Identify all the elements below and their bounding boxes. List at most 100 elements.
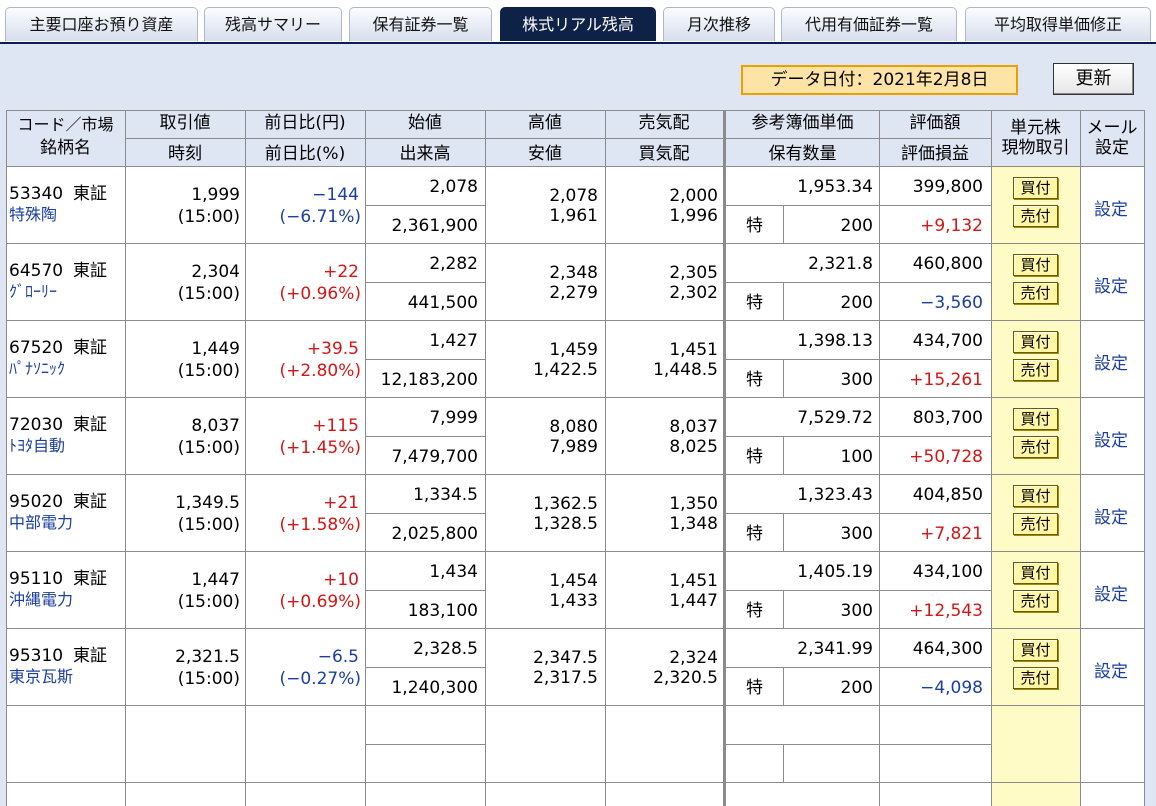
row-divider bbox=[6, 705, 1144, 706]
mail-setting-link[interactable]: 設定 bbox=[1094, 503, 1128, 528]
mail-setting-link[interactable]: 設定 bbox=[1094, 580, 1128, 605]
high-price: 2,078 bbox=[549, 186, 598, 206]
account-type: 特 bbox=[746, 370, 763, 390]
row-divider bbox=[6, 397, 1144, 398]
trade-time: (15:00) bbox=[177, 207, 240, 227]
change-pct: (−6.71%) bbox=[279, 207, 361, 227]
mail-setting-link[interactable]: 設定 bbox=[1094, 195, 1128, 220]
bid-price: 8,025 bbox=[669, 437, 718, 457]
trade-price: 1,999 bbox=[191, 185, 240, 205]
mail-setting-link[interactable]: 設定 bbox=[1094, 272, 1128, 297]
row-divider bbox=[6, 551, 1144, 552]
header-unit-trade-1: 単元株 bbox=[1010, 118, 1061, 138]
account-type: 特 bbox=[746, 678, 763, 698]
buy-button[interactable]: 買付 bbox=[1013, 331, 1058, 353]
valuation-pl: +15,261 bbox=[909, 370, 983, 390]
valuation: 460,800 bbox=[912, 254, 983, 274]
holding-qty: 200 bbox=[840, 678, 873, 698]
sell-button[interactable]: 売付 bbox=[1013, 590, 1058, 612]
valuation-pl: −3,560 bbox=[920, 293, 983, 313]
row-divider bbox=[6, 628, 1144, 629]
high-price: 1,459 bbox=[549, 340, 598, 360]
stock-code: 53340 bbox=[9, 184, 64, 204]
volume: 183,100 bbox=[407, 601, 478, 621]
open-price: 1,334.5 bbox=[413, 485, 478, 505]
header-low: 安値 bbox=[528, 144, 562, 164]
valuation: 404,850 bbox=[912, 485, 983, 505]
change-pct: (+1.58%) bbox=[279, 515, 361, 535]
low-price: 7,989 bbox=[549, 437, 598, 457]
row-divider bbox=[6, 243, 1144, 244]
sell-button[interactable]: 売付 bbox=[1013, 436, 1058, 458]
trade-price: 1,449 bbox=[191, 339, 240, 359]
change-pct: (+0.96%) bbox=[279, 284, 361, 304]
header-change-yen: 前日比(円) bbox=[264, 113, 346, 133]
header-volume: 出来高 bbox=[399, 144, 451, 164]
stock-name-link[interactable]: 沖縄電力 bbox=[9, 590, 73, 610]
sell-button[interactable]: 売付 bbox=[1013, 205, 1058, 227]
row-mid-divider bbox=[725, 590, 991, 591]
stock-name-link[interactable]: ﾄﾖﾀ自動 bbox=[9, 436, 65, 456]
mail-setting-link[interactable]: 設定 bbox=[1094, 349, 1128, 374]
stock-name-link[interactable]: ﾊﾟﾅｿﾆｯｸ bbox=[9, 359, 65, 379]
sell-button[interactable]: 売付 bbox=[1013, 282, 1058, 304]
valuation-pl: +12,543 bbox=[909, 601, 983, 621]
holding-qty: 200 bbox=[840, 293, 873, 313]
buy-button[interactable]: 買付 bbox=[1013, 408, 1058, 430]
buy-button[interactable]: 買付 bbox=[1013, 177, 1058, 199]
market: 東証 bbox=[73, 184, 107, 204]
header-trade-price: 取引値 bbox=[159, 113, 211, 133]
row-mid-divider bbox=[365, 667, 485, 668]
change-pct: (+1.45%) bbox=[279, 438, 361, 458]
row-divider bbox=[6, 320, 1144, 321]
stock-name-link[interactable]: ｸﾞﾛｰﾘｰ bbox=[9, 282, 57, 302]
stock-name-link[interactable]: 東京瓦斯 bbox=[9, 667, 73, 687]
buy-button[interactable]: 買付 bbox=[1013, 562, 1058, 584]
stock-name-link[interactable]: 中部電力 bbox=[9, 513, 73, 533]
buy-button[interactable]: 買付 bbox=[1013, 485, 1058, 507]
header-time: 時刻 bbox=[168, 144, 202, 164]
holding-qty: 300 bbox=[840, 601, 873, 621]
account-type: 特 bbox=[746, 524, 763, 544]
column-divider bbox=[991, 110, 992, 806]
column-divider bbox=[6, 110, 7, 806]
stock-name-link[interactable]: 特殊陶 bbox=[9, 205, 57, 225]
bid-price: 2,302 bbox=[669, 283, 718, 303]
header-valuation: 評価額 bbox=[909, 113, 961, 133]
mail-setting-link[interactable]: 設定 bbox=[1094, 657, 1128, 682]
market: 東証 bbox=[73, 338, 107, 358]
row-mid-divider bbox=[365, 205, 485, 206]
header-divider bbox=[125, 138, 991, 139]
market: 東証 bbox=[73, 492, 107, 512]
buy-button[interactable]: 買付 bbox=[1013, 639, 1058, 661]
trade-time: (15:00) bbox=[177, 361, 240, 381]
change-yen: +39.5 bbox=[306, 339, 359, 359]
high-price: 1,362.5 bbox=[533, 494, 598, 514]
low-price: 1,433 bbox=[549, 591, 598, 611]
valuation: 399,800 bbox=[912, 177, 983, 197]
sell-button[interactable]: 売付 bbox=[1013, 667, 1058, 689]
buy-button[interactable]: 買付 bbox=[1013, 254, 1058, 276]
ref-book-price: 1,398.13 bbox=[797, 331, 873, 351]
change-yen: −6.5 bbox=[317, 647, 359, 667]
volume: 2,025,800 bbox=[391, 524, 478, 544]
bid-price: 1,348 bbox=[669, 514, 718, 534]
trade-price: 1,349.5 bbox=[175, 493, 240, 513]
row-mid-divider bbox=[365, 590, 485, 591]
trade-price: 2,304 bbox=[191, 262, 240, 282]
holding-qty: 300 bbox=[840, 370, 873, 390]
low-price: 2,279 bbox=[549, 283, 598, 303]
header-mail-2: 設定 bbox=[1095, 138, 1129, 158]
high-price: 8,080 bbox=[549, 417, 598, 437]
header-pl: 評価損益 bbox=[901, 144, 969, 164]
volume: 1,240,300 bbox=[391, 678, 478, 698]
mail-setting-link[interactable]: 設定 bbox=[1094, 426, 1128, 451]
trade-price: 2,321.5 bbox=[175, 647, 240, 667]
row-mid-divider bbox=[725, 744, 991, 745]
sell-button[interactable]: 売付 bbox=[1013, 513, 1058, 535]
high-price: 2,348 bbox=[549, 263, 598, 283]
header-unit-trade-2: 現物取引 bbox=[1001, 138, 1070, 158]
trade-time: (15:00) bbox=[177, 438, 240, 458]
sell-button[interactable]: 売付 bbox=[1013, 359, 1058, 381]
low-price: 1,328.5 bbox=[533, 514, 598, 534]
